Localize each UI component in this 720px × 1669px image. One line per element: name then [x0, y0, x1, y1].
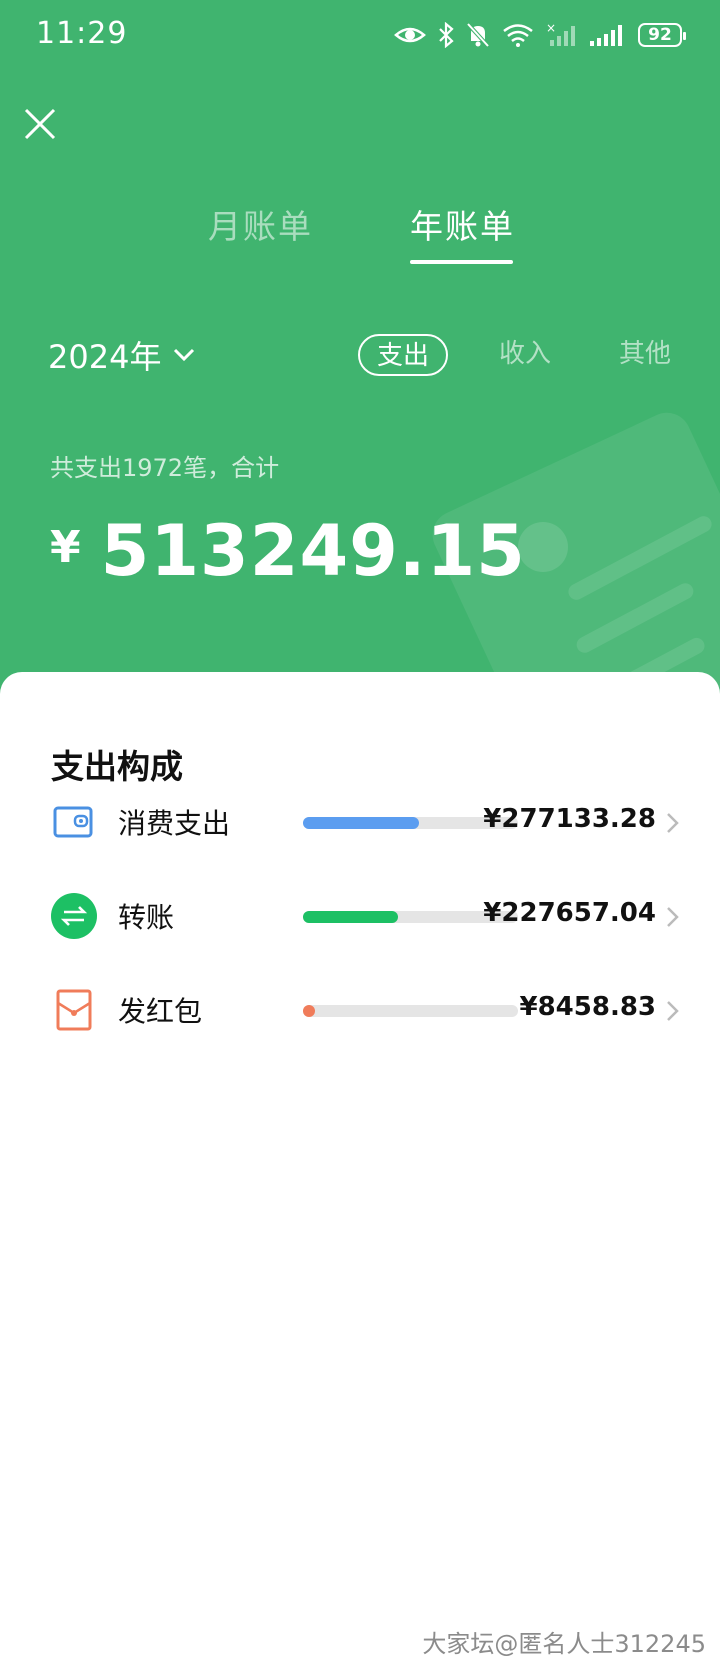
bill-tabs: 月账单 年账单	[0, 200, 720, 270]
tab-monthly-bill[interactable]: 月账单	[208, 200, 313, 248]
status-bar: 11:29 × 92	[0, 0, 720, 70]
transfer-icon	[51, 893, 97, 939]
signal-icon	[590, 25, 622, 46]
close-icon[interactable]	[22, 106, 58, 142]
total-value: 513249.15	[100, 510, 526, 592]
breakdown-amount: ¥227657.04	[483, 898, 656, 928]
progress-fill	[303, 817, 419, 829]
breakdown-label: 转账	[118, 901, 175, 934]
breakdown-row-transfer[interactable]: 转账 ¥227657.04	[0, 886, 720, 946]
signal-icon: ×	[546, 22, 575, 46]
status-icons: × 92	[394, 18, 686, 52]
currency-symbol: ¥	[50, 522, 81, 573]
breakdown-label: 发红包	[118, 995, 203, 1028]
chevron-right-icon	[667, 813, 679, 833]
breakdown-label: 消费支出	[118, 807, 231, 840]
total-amount: ¥ 513249.15	[50, 510, 526, 592]
filter-income[interactable]: 收入	[495, 334, 555, 376]
breakdown-row-consumption[interactable]: 消费支出 ¥277133.28	[0, 792, 720, 852]
year-label: 2024年	[48, 338, 162, 376]
filter-expense[interactable]: 支出	[358, 334, 448, 376]
breakdown-sheet: 支出构成 消费支出 ¥277133.28 转账 ¥227657.04 发红包 ¥…	[0, 672, 720, 1669]
bluetooth-icon	[439, 22, 454, 48]
status-time: 11:29	[36, 16, 128, 51]
bell-muted-icon	[466, 22, 490, 48]
tab-yearly-bill[interactable]: 年账单	[410, 200, 515, 248]
breakdown-amount: ¥8458.83	[519, 992, 656, 1022]
chevron-right-icon	[667, 907, 679, 927]
wifi-icon	[503, 24, 533, 47]
breakdown-title: 支出构成	[51, 747, 183, 786]
year-selector[interactable]: 2024年	[48, 332, 195, 378]
red-packet-icon	[56, 989, 92, 1031]
watermark: 大家坛@匿名人士312245	[422, 1630, 706, 1658]
breakdown-amount: ¥277133.28	[483, 804, 656, 834]
summary-label: 共支出1972笔，合计	[50, 454, 280, 482]
progress-fill	[303, 1005, 315, 1017]
wallet-icon	[53, 806, 93, 838]
active-tab-indicator	[410, 260, 513, 264]
chevron-down-icon	[174, 348, 195, 362]
chevron-right-icon	[667, 1001, 679, 1021]
battery-indicator: 92	[638, 23, 686, 47]
progress-track	[303, 1005, 518, 1017]
filter-other[interactable]: 其他	[615, 334, 675, 376]
svg-text:×: ×	[546, 22, 556, 35]
eye-icon	[394, 27, 426, 43]
header: 11:29 × 92 月账单 年账单 2024年 支出 收入 其他 共支出197…	[0, 0, 720, 700]
progress-fill	[303, 911, 398, 923]
breakdown-row-red-packet[interactable]: 发红包 ¥8458.83	[0, 980, 720, 1040]
